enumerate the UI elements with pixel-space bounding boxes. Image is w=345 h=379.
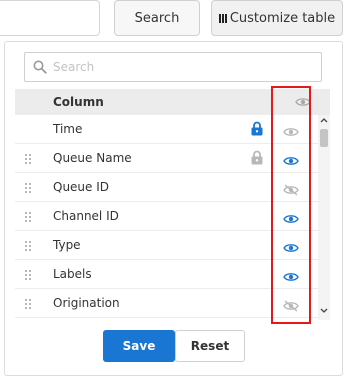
visibility-column-highlight	[271, 86, 311, 324]
customize-table-button[interactable]: Customize table	[211, 0, 343, 36]
column-search-input[interactable]	[53, 60, 303, 74]
drag-handle-icon[interactable]	[25, 154, 31, 164]
scrollbar-thumb[interactable]	[320, 129, 328, 147]
column-row-label: Channel ID	[53, 209, 119, 223]
column-row-label: Time	[53, 122, 83, 136]
column-row-label: Queue ID	[53, 180, 110, 194]
drag-handle-icon[interactable]	[25, 299, 31, 309]
save-button[interactable]: Save	[103, 330, 175, 362]
column-row-label: Queue Name	[53, 151, 132, 165]
customize-table-label: Customize table	[229, 10, 336, 26]
drag-handle-icon[interactable]	[25, 183, 31, 193]
columns-scrollbar[interactable]	[318, 115, 330, 320]
lock-icon[interactable]	[251, 150, 263, 169]
drag-handle-icon[interactable]	[25, 212, 31, 222]
lock-icon[interactable]	[251, 121, 263, 140]
columns-icon	[218, 13, 227, 23]
column-row-label: Origination	[53, 296, 120, 310]
column-row-label: Labels	[53, 267, 92, 281]
column-search-box[interactable]	[24, 52, 322, 82]
scroll-up-arrow-icon[interactable]	[318, 117, 330, 127]
drag-handle-icon[interactable]	[25, 270, 31, 280]
search-button[interactable]: Search	[114, 0, 200, 36]
drag-handle-icon[interactable]	[25, 241, 31, 251]
column-row-label: Type	[53, 238, 81, 252]
column-header-label: Column	[53, 95, 104, 109]
toolbar-text-input[interactable]	[0, 0, 100, 36]
scroll-down-arrow-icon[interactable]	[318, 308, 330, 318]
reset-button[interactable]: Reset	[175, 330, 245, 362]
search-icon	[33, 60, 47, 74]
